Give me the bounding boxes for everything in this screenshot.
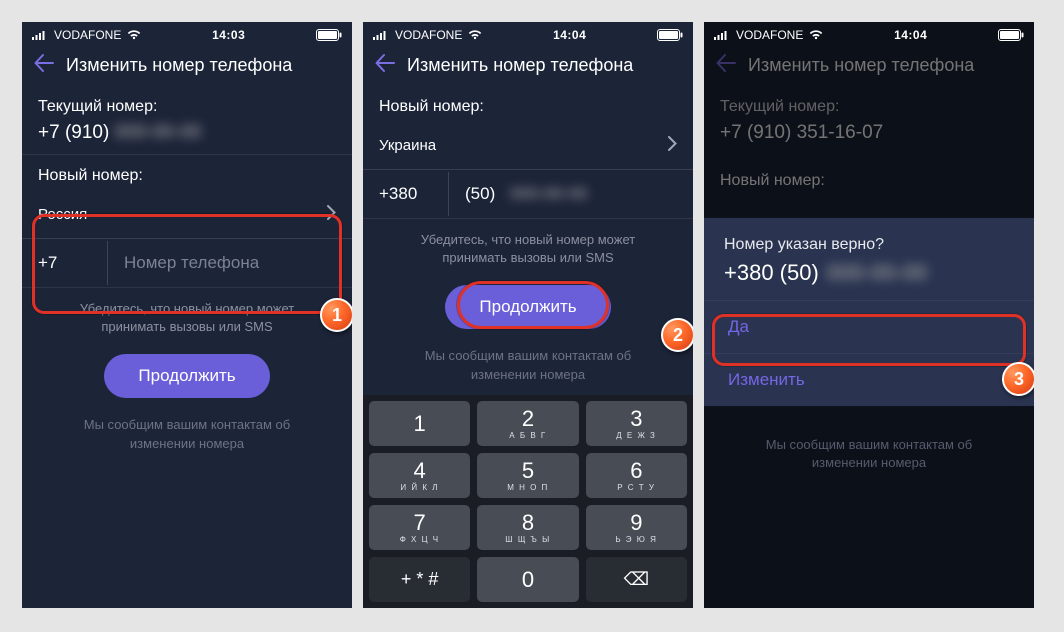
continue-button[interactable]: Продолжить [104, 354, 269, 398]
current-number: +7 (910) 000-00-00 [22, 122, 352, 154]
signal-icon [373, 30, 389, 40]
modal-yes-button[interactable]: Да [704, 300, 1034, 353]
modal-number-masked: 000-00-00 [827, 260, 927, 286]
footer-text: Мы сообщим вашим контактам об изменении … [363, 343, 693, 393]
wifi-icon [127, 30, 141, 40]
battery-icon [316, 29, 342, 41]
carrier-label: VODAFONE [736, 28, 803, 42]
keypad-key[interactable]: ⌫ [586, 557, 687, 602]
numeric-keypad: 12А Б В Г3Д Е Ж З 4И Й К Л5М Н О П6Р С Т … [363, 395, 693, 608]
nav-header: Изменить номер телефона [22, 44, 352, 86]
dial-code: +7 [38, 241, 108, 285]
modal-question: Номер указан верно? [704, 218, 1034, 260]
clock: 14:04 [894, 28, 927, 42]
step-badge-3: 3 [1002, 362, 1034, 396]
current-number-prefix: +7 (910) [38, 122, 109, 143]
phone-masked: 000-00-00 [510, 184, 588, 203]
nav-header: Изменить номер телефона [363, 44, 693, 86]
confirm-modal: Номер указан верно? +380 (50) 000-00-00 … [704, 218, 1034, 406]
status-bar: VODAFONE 14:04 [363, 22, 693, 44]
modal-edit-button[interactable]: Изменить [704, 353, 1034, 406]
back-icon[interactable] [375, 54, 395, 76]
carrier-label: VODAFONE [54, 28, 121, 42]
continue-button[interactable]: Продолжить [445, 285, 610, 329]
current-number-label: Текущий номер: [22, 86, 352, 122]
chevron-right-icon [327, 205, 336, 224]
country-selector[interactable]: Украина [363, 122, 693, 170]
keypad-key[interactable]: + * # [369, 557, 470, 602]
country-name: Украина [379, 137, 436, 154]
keypad-key[interactable]: 4И Й К Л [369, 453, 470, 498]
signal-icon [32, 30, 48, 40]
phone-number-row: +7 Номер телефона [22, 239, 352, 287]
keypad-key[interactable]: 5М Н О П [477, 453, 578, 498]
clock: 14:04 [553, 28, 586, 42]
footer-text: Мы сообщим вашим контактам об изменении … [22, 412, 352, 456]
current-number-masked: 000-00-00 [115, 122, 202, 143]
battery-icon [998, 29, 1024, 41]
status-bar: VODAFONE 14:03 [22, 22, 352, 44]
new-number-label: Новый номер: [22, 155, 352, 191]
keypad-key[interactable]: 1 [369, 401, 470, 446]
chevron-right-icon [668, 136, 677, 155]
hint-text: Убедитесь, что новый номер может принима… [22, 288, 352, 348]
modal-number: +380 (50) 000-00-00 [704, 260, 1034, 300]
wifi-icon [468, 30, 482, 40]
keypad-key[interactable]: 9Ь Э Ю Я [586, 505, 687, 550]
modal-number-prefix: +380 (50) [724, 260, 819, 286]
carrier-label: VODAFONE [395, 28, 462, 42]
status-bar: VODAFONE 14:04 [704, 22, 1034, 44]
phone-input[interactable]: Номер телефона [108, 241, 336, 285]
phone-number-row: +380 (50) 000-00-00 [363, 170, 693, 218]
hint-text: Убедитесь, что новый номер может принима… [363, 219, 693, 279]
wifi-icon [809, 30, 823, 40]
clock: 14:03 [212, 28, 245, 42]
keypad-key[interactable]: 8Ш Щ Ъ Ы [477, 505, 578, 550]
phone-screen-1: VODAFONE 14:03 Изменить номер телефона Т… [22, 22, 352, 608]
phone-input[interactable]: (50) 000-00-00 [449, 172, 677, 216]
phone-screen-3: VODAFONE 14:04 Изменить номер телефона Т… [704, 22, 1034, 608]
battery-icon [657, 29, 683, 41]
keypad-key[interactable]: 3Д Е Ж З [586, 401, 687, 446]
keypad-key[interactable]: 7Ф Х Ц Ч [369, 505, 470, 550]
keypad-key[interactable]: 2А Б В Г [477, 401, 578, 446]
page-title: Изменить номер телефона [66, 55, 292, 76]
keypad-key[interactable]: 6Р С Т У [586, 453, 687, 498]
keypad-key[interactable]: 0 [477, 557, 578, 602]
area-code: (50) [465, 184, 495, 203]
country-selector[interactable]: Россия [22, 191, 352, 239]
new-number-label: Новый номер: [363, 86, 693, 122]
back-icon[interactable] [34, 54, 54, 76]
step-badge-2: 2 [661, 318, 693, 352]
page-title: Изменить номер телефона [407, 55, 633, 76]
country-name: Россия [38, 206, 87, 223]
step-badge-1: 1 [320, 298, 352, 332]
footer-text: Мы сообщим вашим контактам об изменении … [704, 432, 1034, 476]
phone-screen-2: VODAFONE 14:04 Изменить номер телефона Н… [363, 22, 693, 608]
signal-icon [714, 30, 730, 40]
dial-code: +380 [379, 172, 449, 216]
